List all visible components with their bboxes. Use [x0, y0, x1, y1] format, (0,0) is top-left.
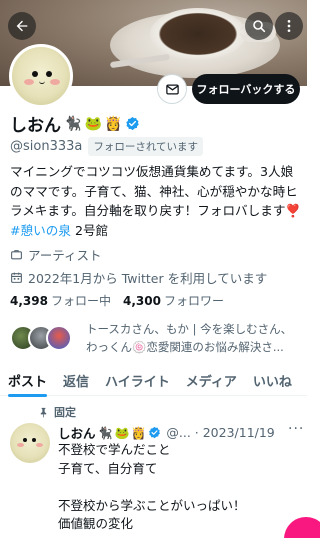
tab-likes[interactable]: いいね — [245, 364, 300, 396]
followers-link[interactable]: 4,300 フォロワー — [123, 292, 224, 309]
search-button[interactable] — [245, 12, 273, 40]
avatar-eye — [23, 438, 27, 442]
avatar-eye — [32, 438, 36, 442]
post-body: 不登校で学んだこと 子育て、自分育て 不登校から学ぶことがいっぱい！ 価値観の変… — [58, 442, 246, 531]
category-label: アーティスト — [28, 248, 102, 263]
tab-media[interactable]: メディア — [178, 364, 245, 396]
verified-badge-icon — [148, 426, 161, 439]
avatar-cheek — [17, 443, 24, 447]
verified-badge-icon[interactable] — [125, 116, 140, 131]
post-author-name[interactable]: しおん — [58, 423, 96, 442]
briefcase-icon — [11, 250, 22, 260]
more-options-button[interactable] — [275, 12, 303, 40]
pinned-label: 固定 — [54, 406, 76, 419]
message-button[interactable] — [157, 74, 187, 104]
avatar-eye — [46, 71, 52, 77]
followers-label: フォロワー — [163, 294, 224, 308]
following-link[interactable]: 4,398 フォロー中 — [10, 292, 111, 309]
avatar-cheek — [50, 79, 60, 85]
pinned-indicator: 固定 — [38, 404, 76, 420]
profile-bio: マイニングでコツコツ仮想通貨集めてます。3人娘のママです。子育て、猫、神社、心が… — [10, 162, 302, 240]
bio-tail: 2号館 — [70, 222, 109, 238]
post-author-emoji: 👸 — [131, 425, 147, 440]
known-followers-text: トースカさん、もか | 今を楽しむさん、わっくん🍥恋愛関連のお悩み解決さ... — [86, 322, 293, 354]
post-header: しおん 🐈‍⬛ 🐸 👸 @... · 2023/11/19 — [58, 423, 303, 442]
post-more-button[interactable]: ··· — [288, 421, 304, 437]
avatar-eye — [32, 71, 38, 77]
avatar-cheek — [24, 79, 34, 85]
tab-posts[interactable]: ポスト — [0, 364, 55, 397]
avatar-mouth — [39, 80, 45, 84]
more-vertical-icon — [287, 20, 291, 32]
name-emoji: 👸 — [104, 115, 123, 132]
arrow-left-icon — [16, 20, 28, 32]
display-name-row: しおん 🐈‍⬛ 🐸 👸 — [10, 111, 140, 136]
following-label: フォロー中 — [50, 294, 111, 308]
calendar-icon — [11, 272, 22, 283]
banner-coffee-cup — [150, 8, 246, 60]
pin-icon — [40, 407, 47, 418]
post-author-avatar[interactable] — [10, 423, 50, 463]
known-follower-avatar — [46, 325, 72, 351]
bio-text: マイニングでコツコツ仮想通貨集めてます。3人娘のママです。子育て、猫、神社、心が… — [10, 164, 302, 218]
joined-label: 2022年1月から Twitter を利用しています — [28, 271, 268, 286]
follow-back-button[interactable]: フォローバックする — [192, 74, 300, 104]
post-author-emoji: 🐸 — [114, 425, 130, 440]
profile-avatar[interactable] — [9, 44, 73, 108]
follows-you-badge: フォローされています — [88, 137, 204, 156]
profile-tabs: ポスト 返信 ハイライト メディア いいね — [0, 364, 307, 397]
bio-hashtag-link[interactable]: #憩いの泉 — [10, 223, 71, 238]
post-meta: @... · 2023/11/19 — [166, 425, 275, 440]
mail-icon — [165, 84, 179, 94]
name-emoji: 🐸 — [84, 115, 102, 132]
known-followers[interactable]: トースカさん、もか | 今を楽しむさん、わっくん🍥恋愛関連のお悩み解決さ... — [10, 320, 302, 358]
search-icon — [253, 20, 266, 33]
user-handle: @sion333a — [10, 139, 83, 154]
tab-highlights[interactable]: ハイライト — [97, 364, 178, 396]
followers-count: 4,300 — [122, 294, 161, 308]
display-name: しおん — [10, 116, 61, 136]
following-count: 4,398 — [10, 294, 48, 308]
profile-joined: 2022年1月から Twitter を利用しています — [10, 268, 267, 287]
handle-row: @sion333a フォローされています — [10, 137, 204, 156]
avatar-cheek — [36, 443, 43, 447]
profile-category: アーティスト — [10, 245, 102, 264]
follow-stats: 4,398 フォロー中 4,300 フォロワー — [10, 292, 224, 309]
name-emoji: 🐈‍⬛ — [64, 115, 82, 132]
back-button[interactable] — [8, 12, 36, 40]
tab-replies[interactable]: 返信 — [55, 364, 97, 396]
post-author-emoji: 🐈‍⬛ — [97, 425, 113, 440]
